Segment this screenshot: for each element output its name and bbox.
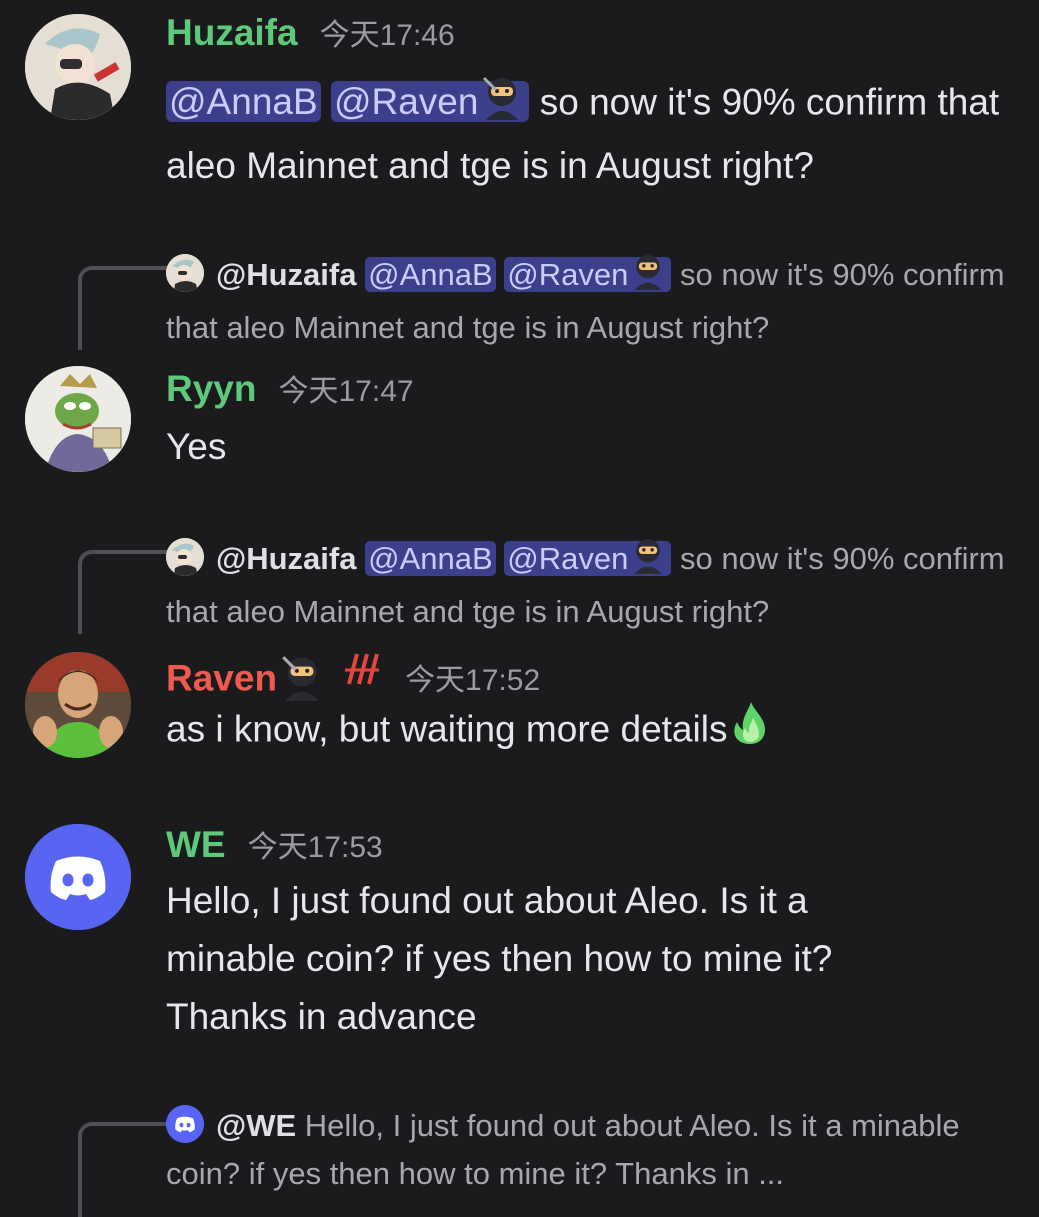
message-content: @AnnaB @Raven so now it's 90% confirm th… (166, 72, 1026, 195)
reply-connector (78, 550, 168, 634)
reply-avatar-huzaifa (166, 538, 204, 577)
reply-connector (78, 1122, 168, 1217)
role-badge-icon[interactable] (341, 648, 383, 695)
mention-raven[interactable]: @Raven (330, 76, 530, 123)
ninja-emoji-icon (478, 72, 526, 137)
username[interactable]: Huzaifa (166, 12, 298, 54)
reply-mention-annab[interactable]: @AnnaB (365, 541, 496, 577)
message-content: Yes (166, 426, 227, 467)
reply-mention-raven[interactable]: @Raven (504, 255, 672, 293)
timestamp: 今天17:53 (247, 831, 383, 864)
reply-author[interactable]: @Huzaifa (216, 541, 356, 576)
reply-mention-raven[interactable]: @Raven (504, 539, 672, 577)
reply-author[interactable]: @Huzaifa (216, 257, 356, 292)
timestamp: 今天17:47 (278, 375, 414, 408)
reply-content: @Huzaifa @AnnaB @Raven so now it's 90% c… (166, 534, 1026, 636)
avatar-ryyn[interactable] (25, 366, 131, 472)
avatar-huzaifa[interactable] (25, 14, 131, 120)
reply-avatar-huzaifa (166, 254, 204, 293)
reply-content: @WE Hello, I just found out about Aleo. … (166, 1102, 1026, 1198)
timestamp: 今天17:46 (319, 19, 455, 52)
ninja-emoji-icon (628, 534, 668, 588)
reply-content: @Huzaifa @AnnaB @Raven so now it's 90% c… (166, 250, 1026, 352)
message-content: Hello, I just found out about Aleo. Is i… (166, 880, 833, 1037)
message-content: as i know, but waiting more details (166, 700, 1026, 763)
username[interactable]: Ryyn (166, 368, 256, 410)
discord-logo-icon (25, 824, 131, 930)
ninja-emoji-icon (628, 250, 668, 304)
avatar-raven[interactable] (25, 652, 131, 758)
reply-mention-annab[interactable]: @AnnaB (365, 257, 496, 293)
reply-author[interactable]: @WE (216, 1108, 296, 1143)
username[interactable]: WE (166, 824, 226, 866)
mention-annab[interactable]: @AnnaB (166, 81, 321, 123)
green-fire-emoji-icon (727, 700, 773, 763)
reply-avatar-discord-icon (166, 1105, 204, 1143)
avatar-we[interactable] (25, 824, 131, 930)
reply-connector (78, 266, 168, 350)
timestamp: 今天17:52 (405, 664, 541, 697)
